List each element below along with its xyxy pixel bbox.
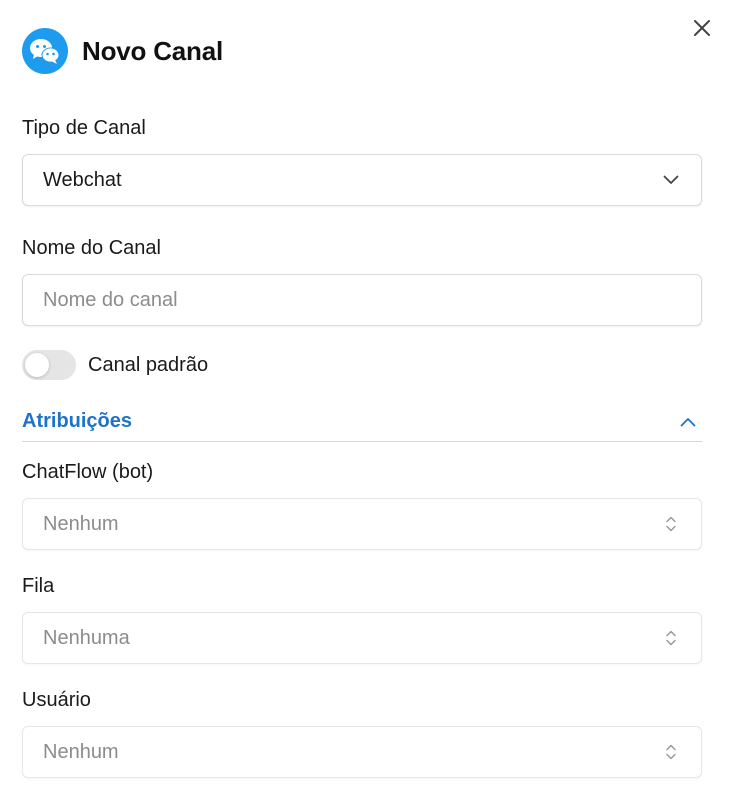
chatflow-label: ChatFlow (bot) xyxy=(22,461,154,483)
close-button[interactable] xyxy=(690,16,714,40)
channel-name-input[interactable] xyxy=(43,288,681,312)
chatflow-value: Nenhum xyxy=(43,512,119,535)
channel-type-label: Tipo de Canal xyxy=(22,117,146,139)
channel-type-value: Webchat xyxy=(43,168,122,191)
toggle-knob xyxy=(25,353,49,377)
default-channel-row: Canal padrão xyxy=(22,350,208,380)
queue-value: Nenhuma xyxy=(43,626,130,649)
assignments-section-toggle[interactable]: Atribuições xyxy=(22,402,702,442)
chevron-up-icon xyxy=(678,412,698,432)
user-value: Nenhum xyxy=(43,740,119,763)
queue-select[interactable]: Nenhuma xyxy=(22,612,702,664)
assignments-section-title: Atribuições xyxy=(22,410,133,432)
default-channel-label: Canal padrão xyxy=(88,353,209,376)
chevron-up-down-icon xyxy=(661,514,681,534)
dialog-title: Novo Canal xyxy=(82,35,224,66)
default-channel-toggle[interactable] xyxy=(22,350,76,380)
channel-type-select[interactable]: Webchat xyxy=(22,154,702,206)
channel-name-field xyxy=(22,274,702,326)
chevron-up-down-icon xyxy=(661,628,681,648)
chatflow-select[interactable]: Nenhum xyxy=(22,498,702,550)
chevron-up-down-icon xyxy=(661,742,681,762)
queue-label: Fila xyxy=(22,575,55,597)
user-label: Usuário xyxy=(22,689,91,711)
chevron-down-icon xyxy=(661,170,681,190)
close-icon xyxy=(694,20,710,36)
dialog-header: Novo Canal xyxy=(22,28,223,74)
user-select[interactable]: Nenhum xyxy=(22,726,702,778)
wechat-icon xyxy=(22,28,68,74)
channel-name-label: Nome do Canal xyxy=(22,237,161,259)
